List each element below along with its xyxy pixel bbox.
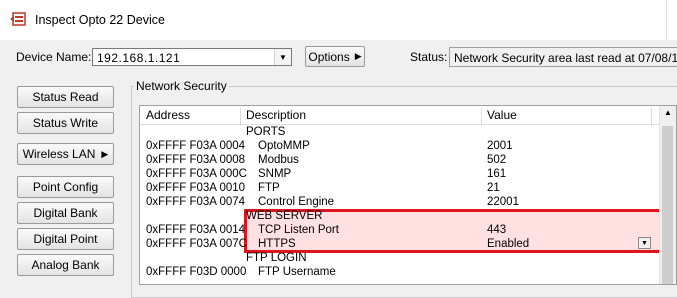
cell-address: 0xFFFF F03A 0014 — [146, 224, 246, 236]
network-security-grid[interactable]: Address Description Value PORTS 0xFFFF F… — [139, 105, 677, 285]
window-edge — [666, 0, 677, 40]
options-button[interactable]: Options ▶ — [305, 46, 365, 67]
cell-value: 161 — [487, 168, 507, 180]
cell-description: HTTPS — [258, 238, 296, 250]
digital-bank-button[interactable]: Digital Bank — [17, 202, 114, 224]
chevron-right-icon: ▶ — [101, 148, 109, 159]
column-header-value[interactable]: Value — [487, 108, 517, 122]
digital-point-label: Digital Point — [33, 232, 98, 246]
cell-description: FTP LOGIN — [246, 252, 307, 264]
column-header-description[interactable]: Description — [246, 108, 306, 122]
group-title: Network Security — [134, 79, 229, 93]
vertical-scrollbar[interactable]: ▲ — [659, 106, 676, 284]
column-divider[interactable] — [651, 108, 652, 126]
table-row[interactable]: 0xFFFF F03A 0004 OptoMMP 2001 — [140, 140, 660, 154]
device-name-combo[interactable]: 192.168.1.121 ▼ — [92, 48, 292, 66]
scroll-up-icon[interactable]: ▲ — [664, 108, 672, 117]
digital-bank-label: Digital Bank — [33, 206, 98, 220]
device-name-value: 192.168.1.121 — [97, 51, 181, 65]
scrollbar-thumb[interactable] — [662, 126, 673, 284]
wireless-lan-label: Wireless LAN — [22, 147, 96, 161]
status-read-button[interactable]: Status Read — [17, 86, 114, 108]
status-write-label: Status Write — [32, 116, 99, 130]
cell-value: 22001 — [487, 196, 519, 208]
table-row[interactable]: FTP LOGIN — [140, 252, 660, 266]
cell-value: 443 — [487, 224, 507, 236]
options-label: Options — [308, 49, 350, 64]
table-row[interactable]: PORTS — [140, 126, 660, 140]
status-field: Network Security area last read at 07/08… — [449, 47, 677, 67]
point-config-button[interactable]: Point Config — [17, 176, 114, 198]
table-row[interactable]: 0xFFFF F03A 000C SNMP 161 — [140, 168, 660, 182]
https-dropdown-button[interactable]: ▼ — [638, 237, 651, 249]
chevron-right-icon: ▶ — [354, 51, 362, 61]
wireless-lan-button[interactable]: Wireless LAN ▶ — [17, 143, 114, 165]
cell-address: 0xFFFF F03A 0008 — [146, 154, 246, 166]
column-header-address[interactable]: Address — [146, 108, 190, 122]
point-config-label: Point Config — [32, 180, 99, 194]
table-row[interactable]: 0xFFFF F03A 0074 Control Engine 22001 — [140, 196, 660, 210]
analog-bank-label: Analog Bank — [31, 258, 100, 272]
window-title: Inspect Opto 22 Device — [35, 13, 165, 27]
table-row[interactable]: 0xFFFF F03A 0010 FTP 21 — [140, 182, 660, 196]
column-divider[interactable] — [481, 108, 482, 126]
status-label: Status: — [410, 50, 448, 64]
cell-description: WEB SERVER — [246, 210, 323, 222]
device-name-label: Device Name: — [16, 50, 92, 64]
cell-value: 502 — [487, 154, 507, 166]
cell-description: FTP — [258, 182, 280, 194]
chevron-down-icon[interactable]: ▼ — [274, 49, 291, 65]
cell-description: OptoMMP — [258, 140, 310, 152]
cell-description: SNMP — [258, 168, 292, 180]
column-divider[interactable] — [240, 108, 241, 126]
cell-value: 21 — [487, 182, 500, 194]
cell-address: 0xFFFF F03A 0074 — [146, 196, 246, 208]
cell-value[interactable]: Enabled — [487, 238, 529, 250]
table-row[interactable]: 0xFFFF F03A 0008 Modbus 502 — [140, 154, 660, 168]
title-bar: Inspect Opto 22 Device — [0, 0, 677, 40]
cell-address: 0xFFFF F03A 0004 — [146, 140, 246, 152]
table-row[interactable]: 0xFFFF F03A 007C HTTPS Enabled — [140, 238, 660, 252]
cell-address: 0xFFFF F03A 0010 — [146, 182, 246, 194]
opto22-device-icon — [10, 12, 26, 26]
grid-header: Address Description Value — [140, 106, 676, 126]
cell-description: FTP Username — [258, 266, 336, 278]
status-write-button[interactable]: Status Write — [17, 112, 114, 134]
table-row[interactable]: 0xFFFF F03A 0014 TCP Listen Port 443 — [140, 224, 660, 238]
analog-bank-button[interactable]: Analog Bank — [17, 254, 114, 276]
cell-description: Control Engine — [258, 196, 335, 208]
digital-point-button[interactable]: Digital Point — [17, 228, 114, 250]
cell-description: PORTS — [246, 126, 286, 138]
cell-address: 0xFFFF F03D 0000 — [146, 266, 247, 278]
cell-value: 2001 — [487, 140, 513, 152]
cell-address: 0xFFFF F03A 007C — [146, 238, 247, 250]
status-value: Network Security area last read at 07/08… — [454, 51, 677, 65]
cell-description: TCP Listen Port — [258, 224, 339, 236]
status-read-label: Status Read — [32, 90, 99, 104]
cell-description: Modbus — [258, 154, 299, 166]
cell-address: 0xFFFF F03A 000C — [146, 168, 247, 180]
table-row[interactable]: 0xFFFF F03D 0000 FTP Username — [140, 266, 660, 280]
table-row[interactable]: WEB SERVER — [140, 210, 660, 224]
